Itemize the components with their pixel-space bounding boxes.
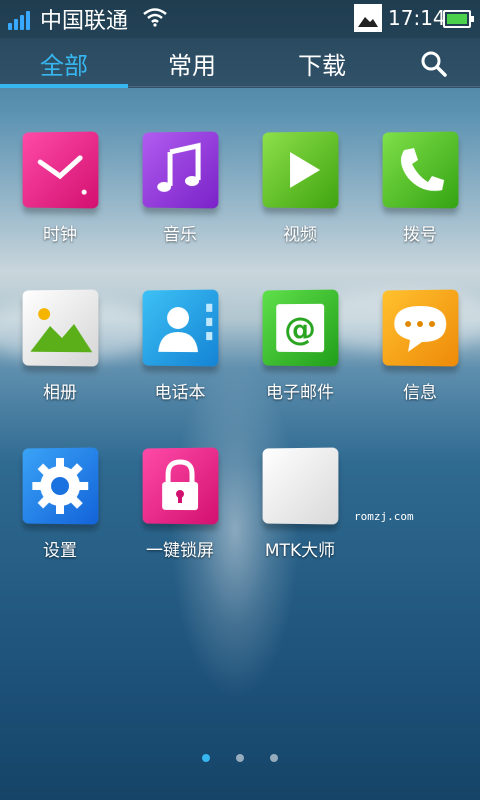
email-icon: @ [262, 289, 339, 367]
signal-icon [8, 8, 32, 30]
svg-text:@: @ [284, 312, 316, 348]
app-label: 电话本 [154, 383, 206, 403]
app-lock-screen[interactable]: 一键锁屏 [120, 447, 240, 588]
app-label: 时钟 [43, 225, 77, 245]
message-icon [382, 289, 459, 367]
settings-icon [22, 447, 99, 525]
app-video[interactable]: 视频 [240, 131, 360, 272]
carrier-name: 中国联通 [40, 9, 129, 34]
app-label: 设置 [43, 541, 77, 561]
app-mtk-master[interactable]: MTK大师 [240, 447, 360, 588]
app-label: 视频 [283, 225, 317, 245]
wifi-icon [142, 7, 168, 31]
page-indicator-dot[interactable] [270, 754, 278, 762]
page-indicator-dot-active[interactable] [202, 754, 210, 762]
tab-downloads[interactable]: 下载 [258, 38, 386, 88]
blank-app-icon [262, 447, 339, 525]
status-bar: 中国联通 17:14 [0, 0, 480, 38]
contacts-icon [142, 289, 219, 367]
lock-icon [142, 447, 219, 525]
app-settings[interactable]: 设置 [0, 447, 120, 588]
tab-all[interactable]: 全部 [0, 38, 128, 88]
phone-icon [382, 131, 459, 209]
app-clock[interactable]: 时钟 [0, 131, 120, 272]
app-contacts[interactable]: 电话本 [120, 289, 240, 430]
watermark-text: romzj.com [354, 510, 414, 523]
battery-icon [443, 10, 474, 28]
app-label: 音乐 [163, 225, 197, 245]
music-icon [142, 131, 219, 209]
gallery-icon [22, 289, 99, 367]
app-label: 电子邮件 [266, 383, 334, 403]
app-messages[interactable]: 信息 [360, 289, 480, 430]
active-tab-indicator [0, 84, 128, 88]
app-label: 信息 [403, 383, 437, 403]
search-icon[interactable] [420, 50, 448, 78]
app-email[interactable]: @ 电子邮件 [240, 289, 360, 430]
app-label: 拨号 [403, 225, 437, 245]
app-music[interactable]: 音乐 [120, 131, 240, 272]
clock-time: 17:14 [388, 6, 446, 30]
app-label: MTK大师 [264, 541, 336, 561]
app-dialer[interactable]: 拨号 [360, 131, 480, 272]
app-gallery[interactable]: 相册 [0, 289, 120, 430]
clock-icon [22, 131, 99, 209]
page-indicator-dot[interactable] [236, 754, 244, 762]
app-label: 相册 [43, 383, 77, 403]
video-icon [262, 131, 339, 209]
drawer-tab-bar: 全部 常用 下载 [0, 38, 480, 88]
gallery-icon [354, 4, 382, 32]
app-label: 一键锁屏 [146, 541, 214, 561]
tab-frequent[interactable]: 常用 [128, 38, 256, 88]
